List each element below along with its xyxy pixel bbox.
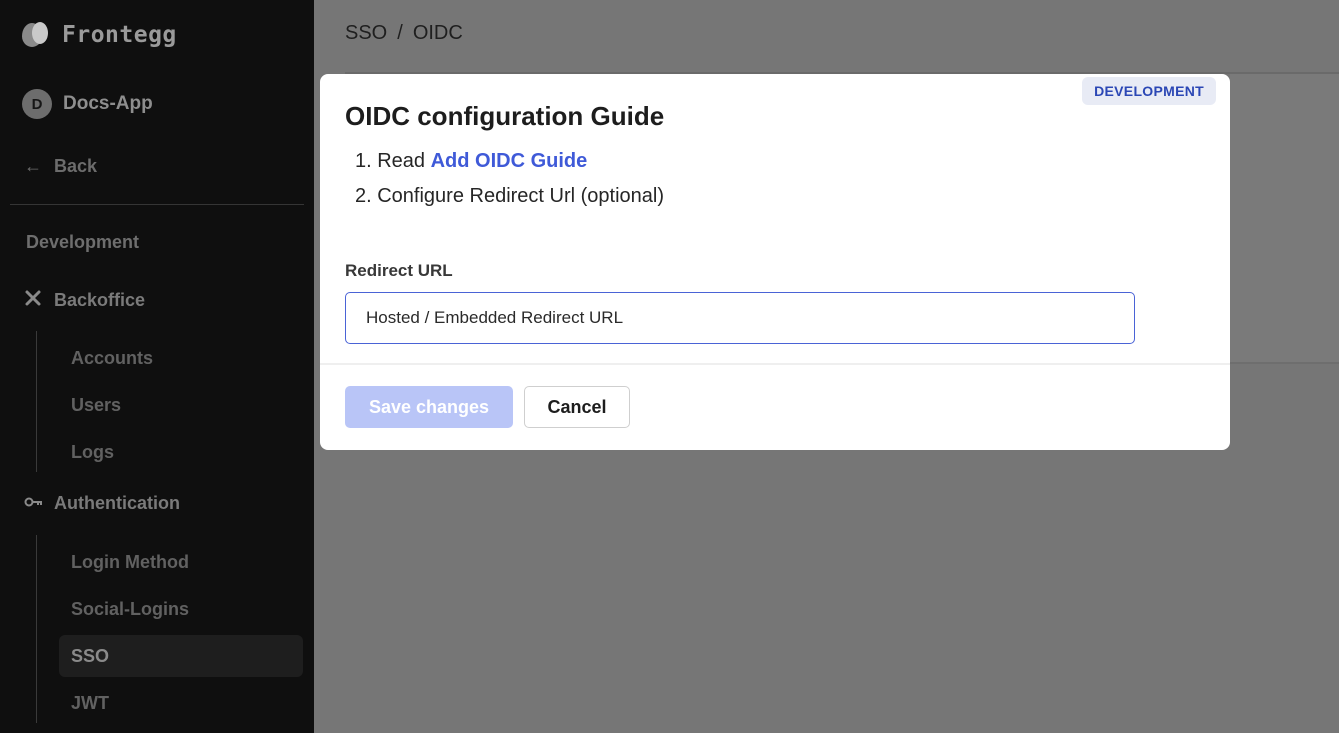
group-label: Authentication	[54, 493, 180, 513]
guide-step-1: 1. Read Add OIDC Guide	[355, 148, 664, 183]
sidebar-item-sso[interactable]: SSO	[59, 635, 303, 677]
sidebar-item-jwt[interactable]: JWT	[59, 682, 303, 724]
back-label: Back	[54, 156, 98, 176]
environment-label: Development	[26, 232, 140, 252]
sidebar-item-users[interactable]: Users	[59, 384, 303, 426]
redirect-url-input[interactable]	[345, 292, 1135, 344]
breadcrumb-parent[interactable]: SSO	[345, 22, 387, 45]
sidebar-divider	[10, 204, 304, 205]
group-label: Backoffice	[54, 290, 146, 310]
brand-logo: Frontegg	[20, 20, 177, 50]
modal-title: OIDC configuration Guide	[345, 101, 665, 131]
group-guide-line	[36, 535, 37, 723]
sidebar-item-social-logins[interactable]: Social-Logins	[59, 588, 303, 630]
app-avatar: D	[22, 89, 52, 119]
brand-name: Frontegg	[62, 22, 177, 48]
guide-step-2: 2. Configure Redirect Url (optional)	[355, 185, 665, 207]
sidebar: Frontegg D Docs-App ← Back Development B…	[0, 0, 314, 733]
sidebar-item-accounts[interactable]: Accounts	[59, 337, 303, 379]
save-changes-button[interactable]: Save changes	[345, 386, 513, 428]
sidebar-group-backoffice[interactable]: Backoffice	[24, 289, 145, 312]
group-guide-line	[36, 331, 37, 472]
breadcrumb-separator: /	[397, 22, 403, 44]
sidebar-item-logs[interactable]: Logs	[59, 431, 303, 473]
arrow-left-icon: ←	[24, 156, 42, 176]
oidc-config-modal: DEVELOPMENT OIDC configuration Guide 1. …	[320, 74, 1230, 450]
back-link[interactable]: ← Back	[24, 156, 97, 177]
background-panel	[1230, 74, 1339, 364]
sidebar-item-login-method[interactable]: Login Method	[59, 541, 303, 583]
add-oidc-guide-link[interactable]: Add OIDC Guide	[431, 150, 588, 172]
breadcrumb-current: OIDC	[412, 22, 463, 44]
sidebar-group-authentication[interactable]: Authentication	[24, 493, 180, 514]
cancel-button[interactable]: Cancel	[524, 386, 630, 428]
modal-footer-divider	[320, 363, 1230, 365]
breadcrumb: SSO / OIDC	[345, 22, 463, 45]
app-name: Docs-App	[63, 93, 153, 114]
redirect-url-label: Redirect URL	[345, 261, 453, 280]
environment-badge: DEVELOPMENT	[1082, 77, 1216, 105]
guide-steps: 1. Read Add OIDC Guide 2. Configure Redi…	[355, 148, 664, 218]
step-1-text: 1. Read	[355, 150, 431, 172]
app-selector[interactable]: D Docs-App	[22, 89, 153, 119]
frontegg-logo-icon	[20, 20, 50, 50]
tools-icon	[24, 289, 42, 312]
key-icon	[24, 494, 42, 514]
